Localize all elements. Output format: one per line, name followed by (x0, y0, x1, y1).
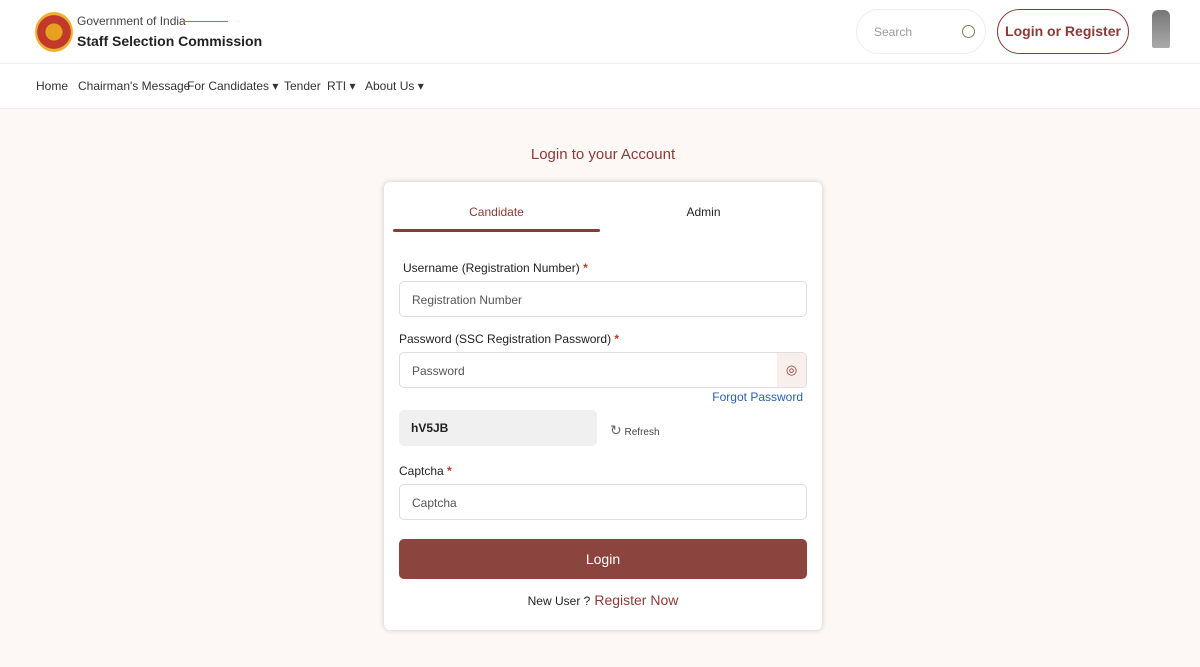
tab-admin[interactable]: Admin (600, 205, 807, 219)
divider (180, 21, 228, 22)
login-button[interactable]: Login (399, 539, 807, 579)
nav-for-candidates[interactable]: For Candidates ▾ (187, 79, 278, 93)
password-label: Password (SSC Registration Password) * (399, 332, 620, 346)
tab-candidate[interactable]: Candidate (393, 205, 600, 219)
password-input[interactable]: Password ◎ (399, 352, 807, 388)
new-user-text: New User ? (527, 594, 591, 608)
search-icon[interactable] (962, 25, 975, 38)
nav-rti[interactable]: RTI ▾ (327, 79, 355, 93)
login-register-button[interactable]: Login or Register (997, 9, 1129, 54)
page-title: Login to your Account (530, 146, 676, 163)
eye-icon[interactable]: ◎ (777, 353, 806, 387)
nav-home[interactable]: Home (36, 79, 68, 93)
refresh-captcha-button[interactable]: ↻ Refresh (610, 422, 660, 439)
nav-tender[interactable]: Tender (284, 79, 321, 93)
search-input[interactable]: Search (856, 9, 986, 54)
search-placeholder: Search (874, 25, 913, 39)
login-card: Candidate Admin Username (Registration N… (384, 182, 822, 630)
register-now-link[interactable]: Register Now (594, 592, 678, 608)
username-input[interactable]: Registration Number (399, 281, 807, 317)
forgot-password-link[interactable]: Forgot Password (712, 390, 803, 404)
national-emblem-icon (1152, 10, 1170, 48)
captcha-label: Captcha * (399, 464, 452, 478)
active-tab-indicator (393, 229, 600, 232)
org-name: Staff Selection Commission (77, 33, 263, 49)
captcha-input[interactable]: Captcha (399, 484, 807, 520)
ssc-logo[interactable] (35, 12, 73, 52)
username-label: Username (Registration Number) * (403, 261, 588, 275)
gov-label: Government of India (77, 14, 186, 28)
nav-about-us[interactable]: About Us ▾ (365, 79, 424, 93)
refresh-icon: ↻ (610, 422, 622, 438)
captcha-image: hV5JB (399, 410, 597, 446)
nav-chairmans-message[interactable]: Chairman's Message (78, 79, 190, 93)
header: Government of India Staff Selection Comm… (0, 0, 1200, 64)
new-user-row: New User ? Register Now (384, 592, 822, 608)
main-nav: Home Chairman's Message For Candidates ▾… (0, 64, 1200, 109)
